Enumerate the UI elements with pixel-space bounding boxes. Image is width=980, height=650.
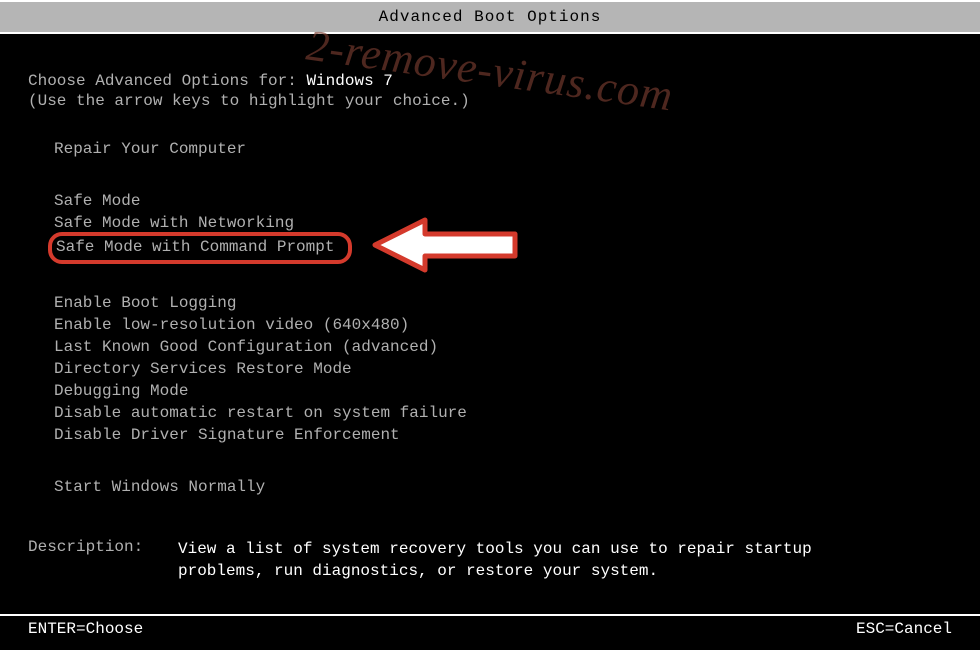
choose-line: Choose Advanced Options for: Windows 7 bbox=[28, 72, 952, 90]
start-normal-group: Start Windows Normally bbox=[54, 476, 952, 498]
menu-no-auto-restart[interactable]: Disable automatic restart on system fail… bbox=[54, 402, 952, 424]
options-group: Enable Boot Logging Enable low-resolutio… bbox=[54, 292, 952, 446]
menu-low-res[interactable]: Enable low-resolution video (640x480) bbox=[54, 314, 952, 336]
boot-menu-content: Choose Advanced Options for: Windows 7 (… bbox=[0, 34, 980, 582]
menu-no-sig-enforcement[interactable]: Disable Driver Signature Enforcement bbox=[54, 424, 952, 446]
description-text: View a list of system recovery tools you… bbox=[178, 538, 828, 582]
description-label: Description: bbox=[28, 538, 148, 582]
menu-safe-mode-cmd-highlight: Safe Mode with Command Prompt bbox=[54, 234, 952, 264]
safe-mode-group: Safe Mode Safe Mode with Networking Safe… bbox=[54, 190, 952, 264]
menu-safe-mode-cmd[interactable]: Safe Mode with Command Prompt bbox=[48, 232, 352, 264]
footer-bar: ENTER=Choose ESC=Cancel bbox=[0, 614, 980, 638]
menu-safe-mode[interactable]: Safe Mode bbox=[54, 190, 952, 212]
arrow-key-hint: (Use the arrow keys to highlight your ch… bbox=[28, 92, 952, 110]
menu-start-normally[interactable]: Start Windows Normally bbox=[54, 476, 952, 498]
window-title: Advanced Boot Options bbox=[379, 8, 602, 26]
menu-boot-logging[interactable]: Enable Boot Logging bbox=[54, 292, 952, 314]
menu-ds-restore[interactable]: Directory Services Restore Mode bbox=[54, 358, 952, 380]
title-bar: Advanced Boot Options bbox=[0, 0, 980, 34]
choose-prefix: Choose Advanced Options for: bbox=[28, 72, 306, 90]
menu-lkg[interactable]: Last Known Good Configuration (advanced) bbox=[54, 336, 952, 358]
footer-esc: ESC=Cancel bbox=[856, 620, 952, 638]
footer-enter: ENTER=Choose bbox=[28, 620, 143, 638]
menu-repair-computer[interactable]: Repair Your Computer bbox=[54, 138, 952, 160]
repair-group: Repair Your Computer bbox=[54, 138, 952, 160]
description-row: Description: View a list of system recov… bbox=[28, 538, 952, 582]
menu-debug[interactable]: Debugging Mode bbox=[54, 380, 952, 402]
menu-safe-mode-networking[interactable]: Safe Mode with Networking bbox=[54, 212, 952, 234]
os-name: Windows 7 bbox=[306, 72, 392, 90]
